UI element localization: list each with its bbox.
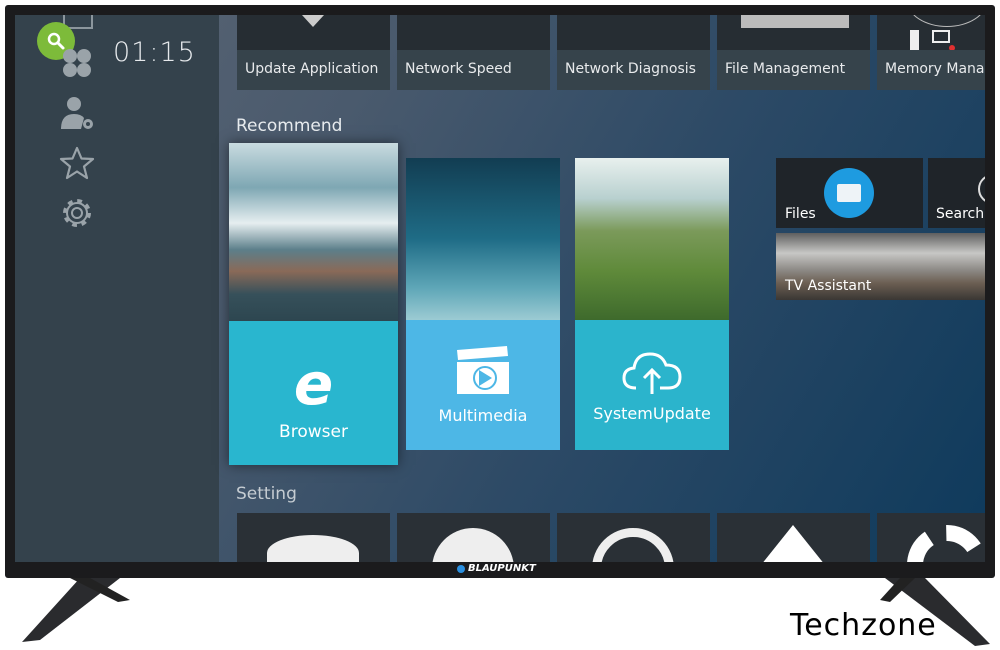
clapperboard-icon [457, 345, 509, 394]
tile-footer: Multimedia [406, 320, 560, 450]
tile-footer: SystemUpdate [575, 320, 729, 450]
memory-icon [907, 15, 985, 27]
mountain-image [229, 143, 398, 321]
setting-title: Setting [236, 484, 297, 504]
tile-label: TV Assistant [785, 278, 872, 294]
network-disconnected-icon [932, 30, 950, 43]
tile-update-application[interactable]: Update Application [237, 15, 390, 90]
tile-browser[interactable]: e Browser [229, 143, 398, 465]
apps-icon [63, 49, 91, 77]
folder-icon [741, 15, 849, 28]
picture-icon [267, 535, 359, 562]
tile-label: Network Speed [397, 50, 550, 90]
tile-memory-management[interactable]: Memory Mana [877, 15, 985, 90]
tile-footer: e Browser [229, 321, 398, 465]
tile-network-diagnosis[interactable]: Network Diagnosis [557, 15, 710, 90]
internet-explorer-icon: e [293, 350, 334, 418]
tile-files[interactable]: Files [776, 158, 923, 228]
folder-icon [824, 168, 874, 218]
tile-system-update[interactable]: SystemUpdate [575, 158, 729, 450]
clock: 01:15 [113, 37, 196, 68]
tile-label: Update Application [237, 50, 390, 90]
cloud-upload-icon [622, 351, 682, 394]
tile-label: Multimedia [438, 405, 528, 425]
tile-label: Browser [279, 422, 348, 442]
setting-tile-picture[interactable] [237, 513, 390, 562]
user-settings-icon [61, 97, 93, 129]
search-icon [978, 174, 985, 204]
sidebar: 01:15 [15, 15, 219, 562]
tile-label: File Management [717, 50, 870, 90]
setting-tile-system[interactable] [877, 513, 985, 562]
setting-tile-power[interactable] [557, 513, 710, 562]
watermark: Techzone [790, 608, 937, 643]
setting-tile-home[interactable] [717, 513, 870, 562]
tile-network-speed[interactable]: Network Speed [397, 15, 550, 90]
home-icon [753, 525, 833, 562]
globe-icon [432, 528, 514, 562]
gear-icon [907, 525, 985, 562]
tile-tv-assistant[interactable]: TV Assistant [776, 233, 985, 300]
valley-image [575, 158, 729, 320]
tile-file-management[interactable]: File Management [717, 15, 870, 90]
favorites-icon [59, 146, 95, 180]
user-settings-button[interactable] [59, 95, 95, 131]
setting-tile-network[interactable] [397, 513, 550, 562]
settings-button[interactable] [59, 195, 95, 231]
tile-label: Network Diagnosis [557, 50, 710, 90]
tv-screen: 01:15 Update Application Network Speed N… [15, 15, 985, 562]
brand-text: BLAUPUNKT [468, 563, 536, 574]
settings-icon [63, 199, 91, 227]
tile-label: SystemUpdate [593, 403, 711, 423]
tile-multimedia[interactable]: Multimedia [406, 158, 560, 450]
usb-icon [910, 30, 919, 50]
brand-logo: BLAUPUNKT [457, 563, 536, 574]
tile-label: Files [785, 206, 816, 222]
apps-button[interactable] [59, 45, 95, 81]
tile-label: Memory Mana [877, 50, 985, 90]
tile-search[interactable]: Search [928, 158, 985, 228]
ocean-image [406, 158, 560, 320]
power-icon [592, 528, 674, 562]
tile-label: Search [936, 206, 985, 222]
favorites-button[interactable] [59, 145, 95, 181]
download-icon [302, 15, 324, 27]
recommend-title: Recommend [236, 116, 343, 136]
